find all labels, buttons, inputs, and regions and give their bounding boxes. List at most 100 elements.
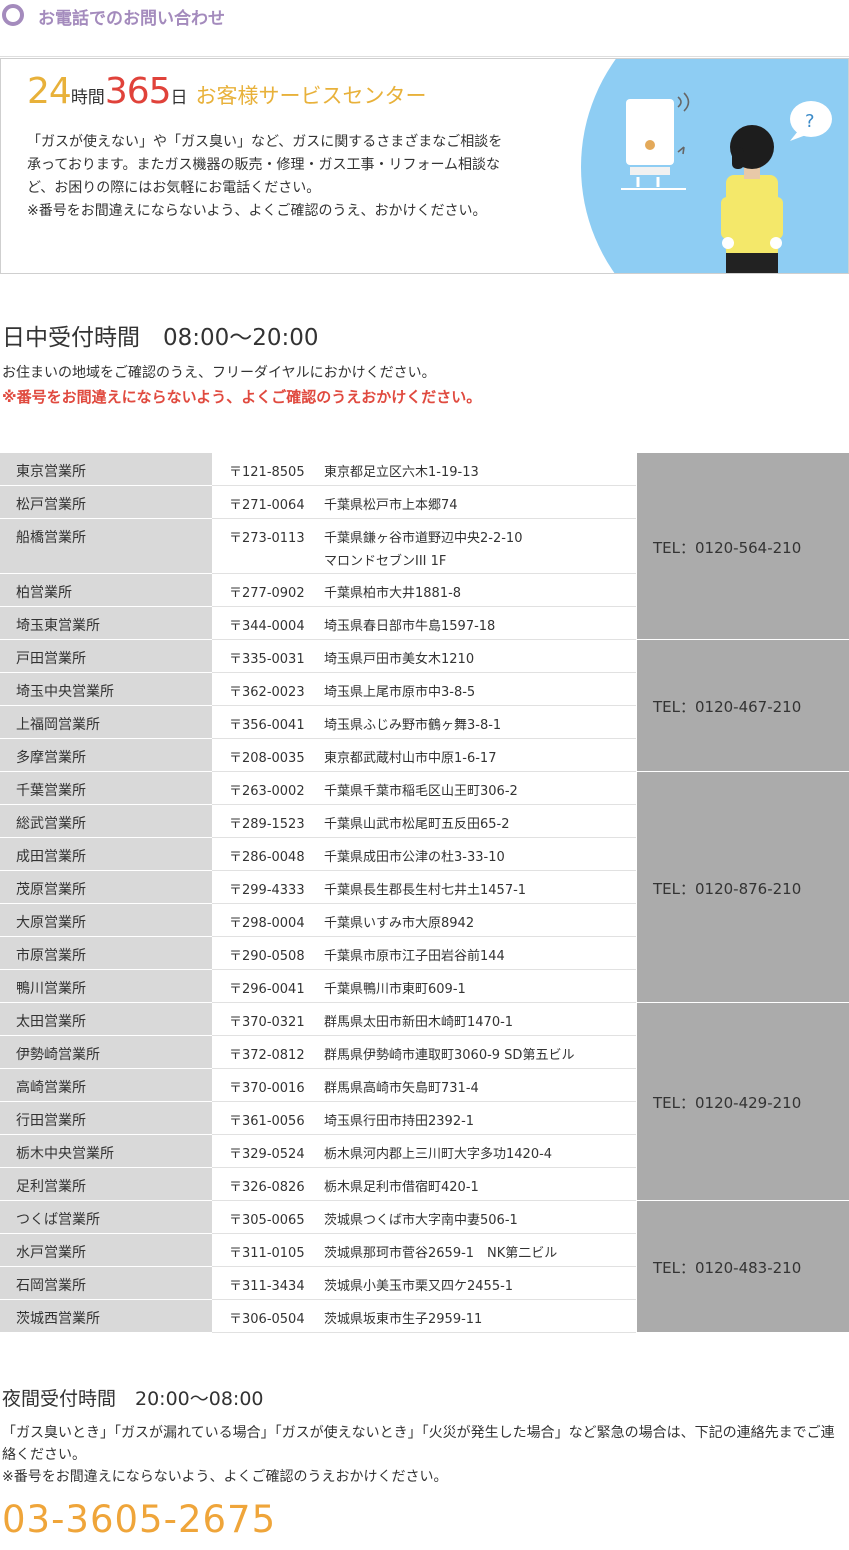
office-address-cell: 〒362-0023 埼玉県上尾市原市中3-8-5 bbox=[212, 673, 636, 706]
office-zip: 〒289-1523 bbox=[229, 817, 305, 832]
table-row: 上福岡営業所 〒356-0041 埼玉県ふじみ野市鶴ヶ舞3-8-1 bbox=[0, 706, 636, 739]
office-name-cell: 上福岡営業所 bbox=[0, 706, 212, 739]
office-name: 行田営業所 bbox=[16, 1113, 86, 1129]
office-zip: 〒370-0321 bbox=[229, 1015, 305, 1030]
table-row: 石岡営業所 〒311-3434 茨城県小美玉市栗又四ケ2455-1 bbox=[0, 1267, 636, 1300]
office-name: 茂原営業所 bbox=[16, 882, 86, 898]
office-zip: 〒208-0035 bbox=[229, 751, 305, 766]
office-address-cell: 〒290-0508 千葉県市原市江子田岩谷前144 bbox=[212, 937, 636, 970]
center-name: お客様サービスセンター bbox=[195, 84, 427, 108]
office-name-cell: 高崎営業所 bbox=[0, 1069, 212, 1102]
daytime-title: 日中受付時間 08:00～20:00 bbox=[2, 325, 319, 351]
office-name: 東京営業所 bbox=[16, 464, 86, 480]
office-zip: 〒277-0902 bbox=[229, 586, 305, 601]
office-name: 石岡営業所 bbox=[16, 1278, 86, 1294]
office-address: 群馬県太田市新田木崎町1470-1 bbox=[324, 1015, 514, 1030]
night-description: 「ガス臭いとき」「ガスが漏れている場合」「ガスが使えないとき」「火災が発生した場… bbox=[2, 1422, 847, 1488]
tel-number[interactable]: TEL：0120-483-210 bbox=[653, 1257, 801, 1278]
office-address: 埼玉県春日部市牛島1597-18 bbox=[324, 619, 496, 634]
office-zip: 〒311-3434 bbox=[229, 1279, 305, 1294]
office-name-cell: 総武営業所 bbox=[0, 805, 212, 838]
office-name: 上福岡営業所 bbox=[16, 717, 100, 733]
office-address-cell: 〒271-0064 千葉県松戸市上本郷74 bbox=[212, 486, 636, 519]
daytime-warning: ※番号をお間違えにならないよう、よくご確認のうえおかけください。 bbox=[2, 388, 482, 406]
office-zip: 〒361-0056 bbox=[229, 1114, 305, 1129]
office-name-cell: 松戸営業所 bbox=[0, 486, 212, 519]
tel-number[interactable]: TEL：0120-467-210 bbox=[653, 696, 801, 717]
office-zip: 〒273-0113 bbox=[229, 531, 305, 546]
office-name-cell: 石岡営業所 bbox=[0, 1267, 212, 1300]
office-address-cell: 〒329-0524 栃木県河内郡上三川町大字多功1420-4 bbox=[212, 1135, 636, 1168]
office-address-cell: 〒306-0504 茨城県坂東市生子2959-11 bbox=[212, 1300, 636, 1333]
office-name-cell: 柏営業所 bbox=[0, 574, 212, 607]
office-name: 太田営業所 bbox=[16, 1014, 86, 1030]
office-address-cell: 〒298-0004 千葉県いすみ市大原8942 bbox=[212, 904, 636, 937]
banner-note: ※番号をお間違えにならないよう、よくご確認のうえ、おかけください。 bbox=[27, 203, 487, 219]
office-zip: 〒298-0004 bbox=[229, 916, 305, 931]
hours-unit: 時間 bbox=[70, 88, 105, 108]
office-address-cell: 〒263-0002 千葉県千葉市稲毛区山王町306-2 bbox=[212, 772, 636, 805]
office-address: 埼玉県ふじみ野市鶴ヶ舞3-8-1 bbox=[324, 718, 502, 733]
table-row: 水戸営業所 〒311-0105 茨城県那珂市菅谷2659-1 NK第二ビル bbox=[0, 1234, 636, 1267]
office-address-line2: マロンドセブンIII 1F bbox=[324, 554, 447, 569]
table-row: 高崎営業所 〒370-0016 群馬県高崎市矢島町731-4 bbox=[0, 1069, 636, 1102]
office-name-cell: 戸田営業所 bbox=[0, 640, 212, 673]
office-address-cell: 〒289-1523 千葉県山武市松尾町五反田65-2 bbox=[212, 805, 636, 838]
office-address: 埼玉県上尾市原市中3-8-5 bbox=[324, 685, 476, 700]
office-name-cell: 大原営業所 bbox=[0, 904, 212, 937]
office-address-cell: 〒305-0065 茨城県つくば市大字南中妻506-1 bbox=[212, 1201, 636, 1234]
office-name-cell: 埼玉中央営業所 bbox=[0, 673, 212, 706]
customer-support-illustration: ? bbox=[581, 59, 848, 273]
office-address: 東京都武蔵村山市中原1-6-17 bbox=[324, 751, 497, 766]
office-address-cell: 〒286-0048 千葉県成田市公津の杜3-33-10 bbox=[212, 838, 636, 871]
office-zip: 〒263-0002 bbox=[229, 784, 305, 799]
section-heading: お電話でのお問い合わせ bbox=[0, 0, 849, 32]
office-address-cell: 〒344-0004 埼玉県春日部市牛島1597-18 bbox=[212, 607, 636, 640]
office-zip: 〒286-0048 bbox=[229, 850, 305, 865]
table-row: 行田営業所 〒361-0056 埼玉県行田市持田2392-1 bbox=[0, 1102, 636, 1135]
table-row: 鴨川営業所 〒296-0041 千葉県鴨川市東町609-1 bbox=[0, 970, 636, 1003]
office-name: 足利営業所 bbox=[16, 1179, 86, 1195]
service-center-banner: 24時間365日 お客様サービスセンター 「ガスが使えない」や「ガス臭い」など、ガ… bbox=[0, 58, 849, 274]
blue-circle-background bbox=[581, 59, 848, 273]
night-title: 夜間受付時間 20:00～08:00 bbox=[2, 1388, 264, 1410]
table-row: 伊勢崎営業所 〒372-0812 群馬県伊勢崎市連取町3060-9 SD第五ビル bbox=[0, 1036, 636, 1069]
night-phone-number[interactable]: 03-3605-2675 bbox=[2, 1498, 276, 1541]
office-address: 千葉県長生郡長生村七井土1457-1 bbox=[324, 883, 527, 898]
office-name: 多摩営業所 bbox=[16, 750, 86, 766]
office-name-cell: 茨城西営業所 bbox=[0, 1300, 212, 1333]
table-row: 総武営業所 〒289-1523 千葉県山武市松尾町五反田65-2 bbox=[0, 805, 636, 838]
office-address: 千葉県松戸市上本郷74 bbox=[324, 498, 458, 513]
office-zip: 〒296-0041 bbox=[229, 982, 305, 997]
office-zip: 〒329-0524 bbox=[229, 1147, 305, 1162]
tel-number[interactable]: TEL：0120-876-210 bbox=[653, 878, 801, 899]
table-row: 松戸営業所 〒271-0064 千葉県松戸市上本郷74 bbox=[0, 486, 636, 519]
office-address-cell: 〒370-0321 群馬県太田市新田木崎町1470-1 bbox=[212, 1003, 636, 1036]
office-address-cell: 〒370-0016 群馬県高崎市矢島町731-4 bbox=[212, 1069, 636, 1102]
office-zip: 〒344-0004 bbox=[229, 619, 305, 634]
tel-number[interactable]: TEL：0120-429-210 bbox=[653, 1092, 801, 1113]
table-row: 埼玉東営業所 〒344-0004 埼玉県春日部市牛島1597-18 bbox=[0, 607, 636, 640]
table-row: 千葉営業所 〒263-0002 千葉県千葉市稲毛区山王町306-2 bbox=[0, 772, 636, 805]
office-address: 千葉県山武市松尾町五反田65-2 bbox=[324, 817, 510, 832]
tel-number[interactable]: TEL：0120-564-210 bbox=[653, 537, 801, 558]
office-name-cell: 多摩営業所 bbox=[0, 739, 212, 772]
table-row: 戸田営業所 〒335-0031 埼玉県戸田市美女木1210 bbox=[0, 640, 636, 673]
office-name-cell: 栃木中央営業所 bbox=[0, 1135, 212, 1168]
table-row: 船橋営業所 〒273-0113 千葉県鎌ヶ谷市道野辺中央2-2-10 マロンドセブンI… bbox=[0, 519, 636, 574]
office-name: 水戸営業所 bbox=[16, 1245, 86, 1261]
office-zip: 〒335-0031 bbox=[229, 652, 305, 667]
office-zip: 〒305-0065 bbox=[229, 1213, 305, 1228]
table-row: 太田営業所 〒370-0321 群馬県太田市新田木崎町1470-1 bbox=[0, 1003, 636, 1036]
days-number: 365 bbox=[104, 71, 172, 112]
office-name: 市原営業所 bbox=[16, 948, 86, 964]
office-name: 松戸営業所 bbox=[16, 497, 86, 513]
office-name: 大原営業所 bbox=[16, 915, 86, 931]
office-zip: 〒370-0016 bbox=[229, 1081, 305, 1096]
office-zip: 〒372-0812 bbox=[229, 1048, 305, 1063]
office-address: 千葉県成田市公津の杜3-33-10 bbox=[324, 850, 505, 865]
office-name-cell: 鴨川営業所 bbox=[0, 970, 212, 1003]
office-name-cell: 足利営業所 bbox=[0, 1168, 212, 1201]
office-name: 柏営業所 bbox=[16, 585, 72, 601]
office-zip: 〒311-0105 bbox=[229, 1246, 305, 1261]
